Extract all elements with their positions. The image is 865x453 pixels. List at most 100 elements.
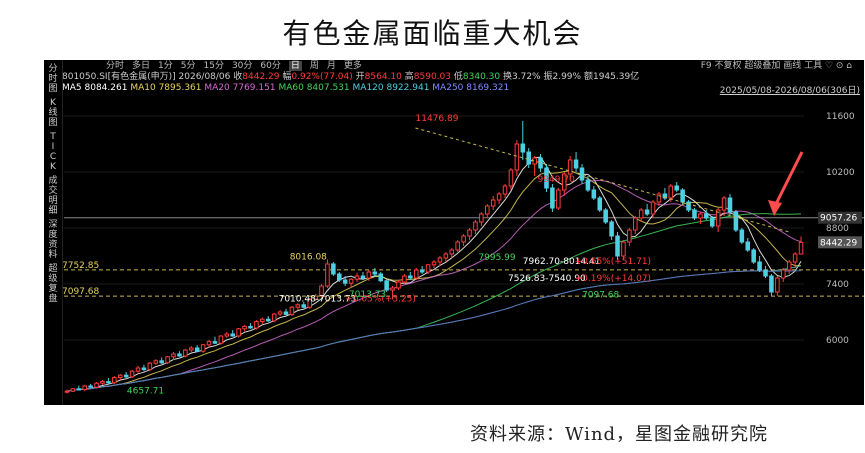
side-tab-4[interactable]: 深 度 资 料 — [44, 220, 62, 260]
side-tab-0[interactable]: 分 时 图 — [44, 64, 62, 94]
side-tab-1[interactable]: K 线 图 — [44, 98, 62, 128]
candle-body — [431, 261, 437, 266]
candle-body — [633, 217, 638, 231]
chart-panel: 分时 多日 1分 5分 15分 30分 60分日周月更多 F9 不复权 超级叠加 画线 工具 … — [44, 60, 864, 405]
ma120-line — [66, 265, 802, 392]
ma250-line — [66, 270, 802, 392]
candle-body — [609, 221, 614, 237]
annotation-label: 7097.68 — [582, 291, 619, 301]
side-tab-5[interactable]: 超 级 复 盘 — [44, 264, 62, 304]
candle-body — [325, 263, 330, 287]
candle-body — [597, 197, 603, 211]
candle-body — [212, 341, 218, 344]
candle-body — [674, 185, 679, 191]
candle-body — [781, 269, 786, 279]
candle-body — [455, 241, 460, 251]
candle-body — [680, 189, 685, 203]
candle-body — [603, 209, 608, 223]
candle-body — [165, 356, 170, 364]
candle-body — [751, 249, 756, 263]
candle-body — [194, 347, 200, 352]
candle-body — [419, 269, 425, 273]
candle-body — [668, 185, 674, 199]
ma5-line — [66, 156, 802, 392]
candle-body — [721, 197, 727, 211]
candle-body — [745, 241, 751, 251]
candle-body — [615, 235, 620, 257]
candle-body — [384, 280, 389, 291]
candle-body — [763, 269, 768, 277]
y-tick-label: 10200 — [826, 168, 855, 178]
candle-body — [183, 349, 188, 357]
candle-body — [692, 209, 697, 219]
candle-body — [798, 241, 804, 255]
ma10-line — [66, 170, 801, 392]
candle-body — [473, 221, 478, 231]
annotation-label: 8016.08 — [290, 252, 327, 262]
level-label: 7752.85 — [62, 261, 99, 271]
candle-body — [348, 278, 354, 284]
candle-body — [502, 185, 508, 195]
candle-body — [638, 209, 644, 219]
side-tab-2[interactable]: T I C K — [44, 132, 62, 172]
y-tick-label: 11600 — [826, 112, 855, 122]
candle-body — [129, 370, 135, 378]
price-tag-label: 9057.26 — [820, 214, 857, 224]
candle-body — [301, 304, 307, 308]
candle-body — [579, 167, 585, 181]
candle-body — [467, 229, 472, 237]
candle-body — [283, 311, 289, 315]
candle-body — [508, 169, 514, 187]
candle-body — [106, 381, 111, 384]
annotation-label: 4657.71 — [127, 387, 164, 397]
candle-body — [277, 311, 283, 315]
candle-body — [360, 275, 366, 279]
candle-body — [112, 377, 117, 384]
candle-body — [200, 344, 206, 352]
price-tag-label: 8442.29 — [820, 238, 857, 248]
candle-body — [479, 213, 484, 223]
candle-body — [443, 253, 449, 259]
candle-body — [567, 159, 573, 175]
arrow-shaft — [772, 151, 804, 209]
candle-body — [396, 281, 401, 289]
candle-body — [230, 333, 235, 337]
candle-body — [490, 199, 496, 207]
side-tab-3[interactable]: 成 交 明 细 — [44, 176, 62, 216]
candle-body — [82, 385, 87, 391]
candle-body — [591, 189, 597, 199]
annotation-label: 7013.73 — [349, 290, 386, 300]
candle-body — [236, 328, 241, 337]
candle-body — [739, 229, 745, 243]
candle-body — [159, 360, 164, 364]
candle-body — [254, 321, 259, 329]
candle-body — [64, 390, 70, 393]
candle-body — [402, 275, 407, 283]
candle-body — [177, 353, 182, 357]
candle-body — [123, 374, 129, 378]
candle-body — [408, 275, 413, 279]
left-side-tabs: 分 时 图 K 线 图 T I C K 成 交 明 细深 度 资 料超 级 复 盘 — [44, 60, 63, 405]
candle-body — [271, 313, 277, 322]
y-tick-label: 6000 — [826, 336, 849, 346]
candle-body — [289, 306, 295, 315]
candle-body — [556, 189, 561, 209]
candle-body — [372, 271, 378, 275]
candle-body — [413, 269, 419, 279]
candle-body — [514, 143, 520, 171]
candle-body — [792, 253, 798, 263]
candle-body — [775, 277, 780, 293]
candle-body — [627, 229, 632, 243]
candle-body — [656, 193, 662, 203]
annotation-label: 9949.70 — [538, 175, 575, 185]
candle-body — [709, 217, 715, 227]
candle-body — [248, 325, 253, 329]
candle-body — [769, 275, 774, 293]
candle-body — [70, 388, 76, 392]
candle-body — [295, 304, 301, 308]
y-tick-label: 8800 — [826, 224, 849, 234]
candle-body — [786, 261, 792, 271]
annotation-label: 7995.99 — [478, 253, 515, 263]
candle-body — [224, 333, 230, 337]
candle-body — [135, 367, 141, 372]
